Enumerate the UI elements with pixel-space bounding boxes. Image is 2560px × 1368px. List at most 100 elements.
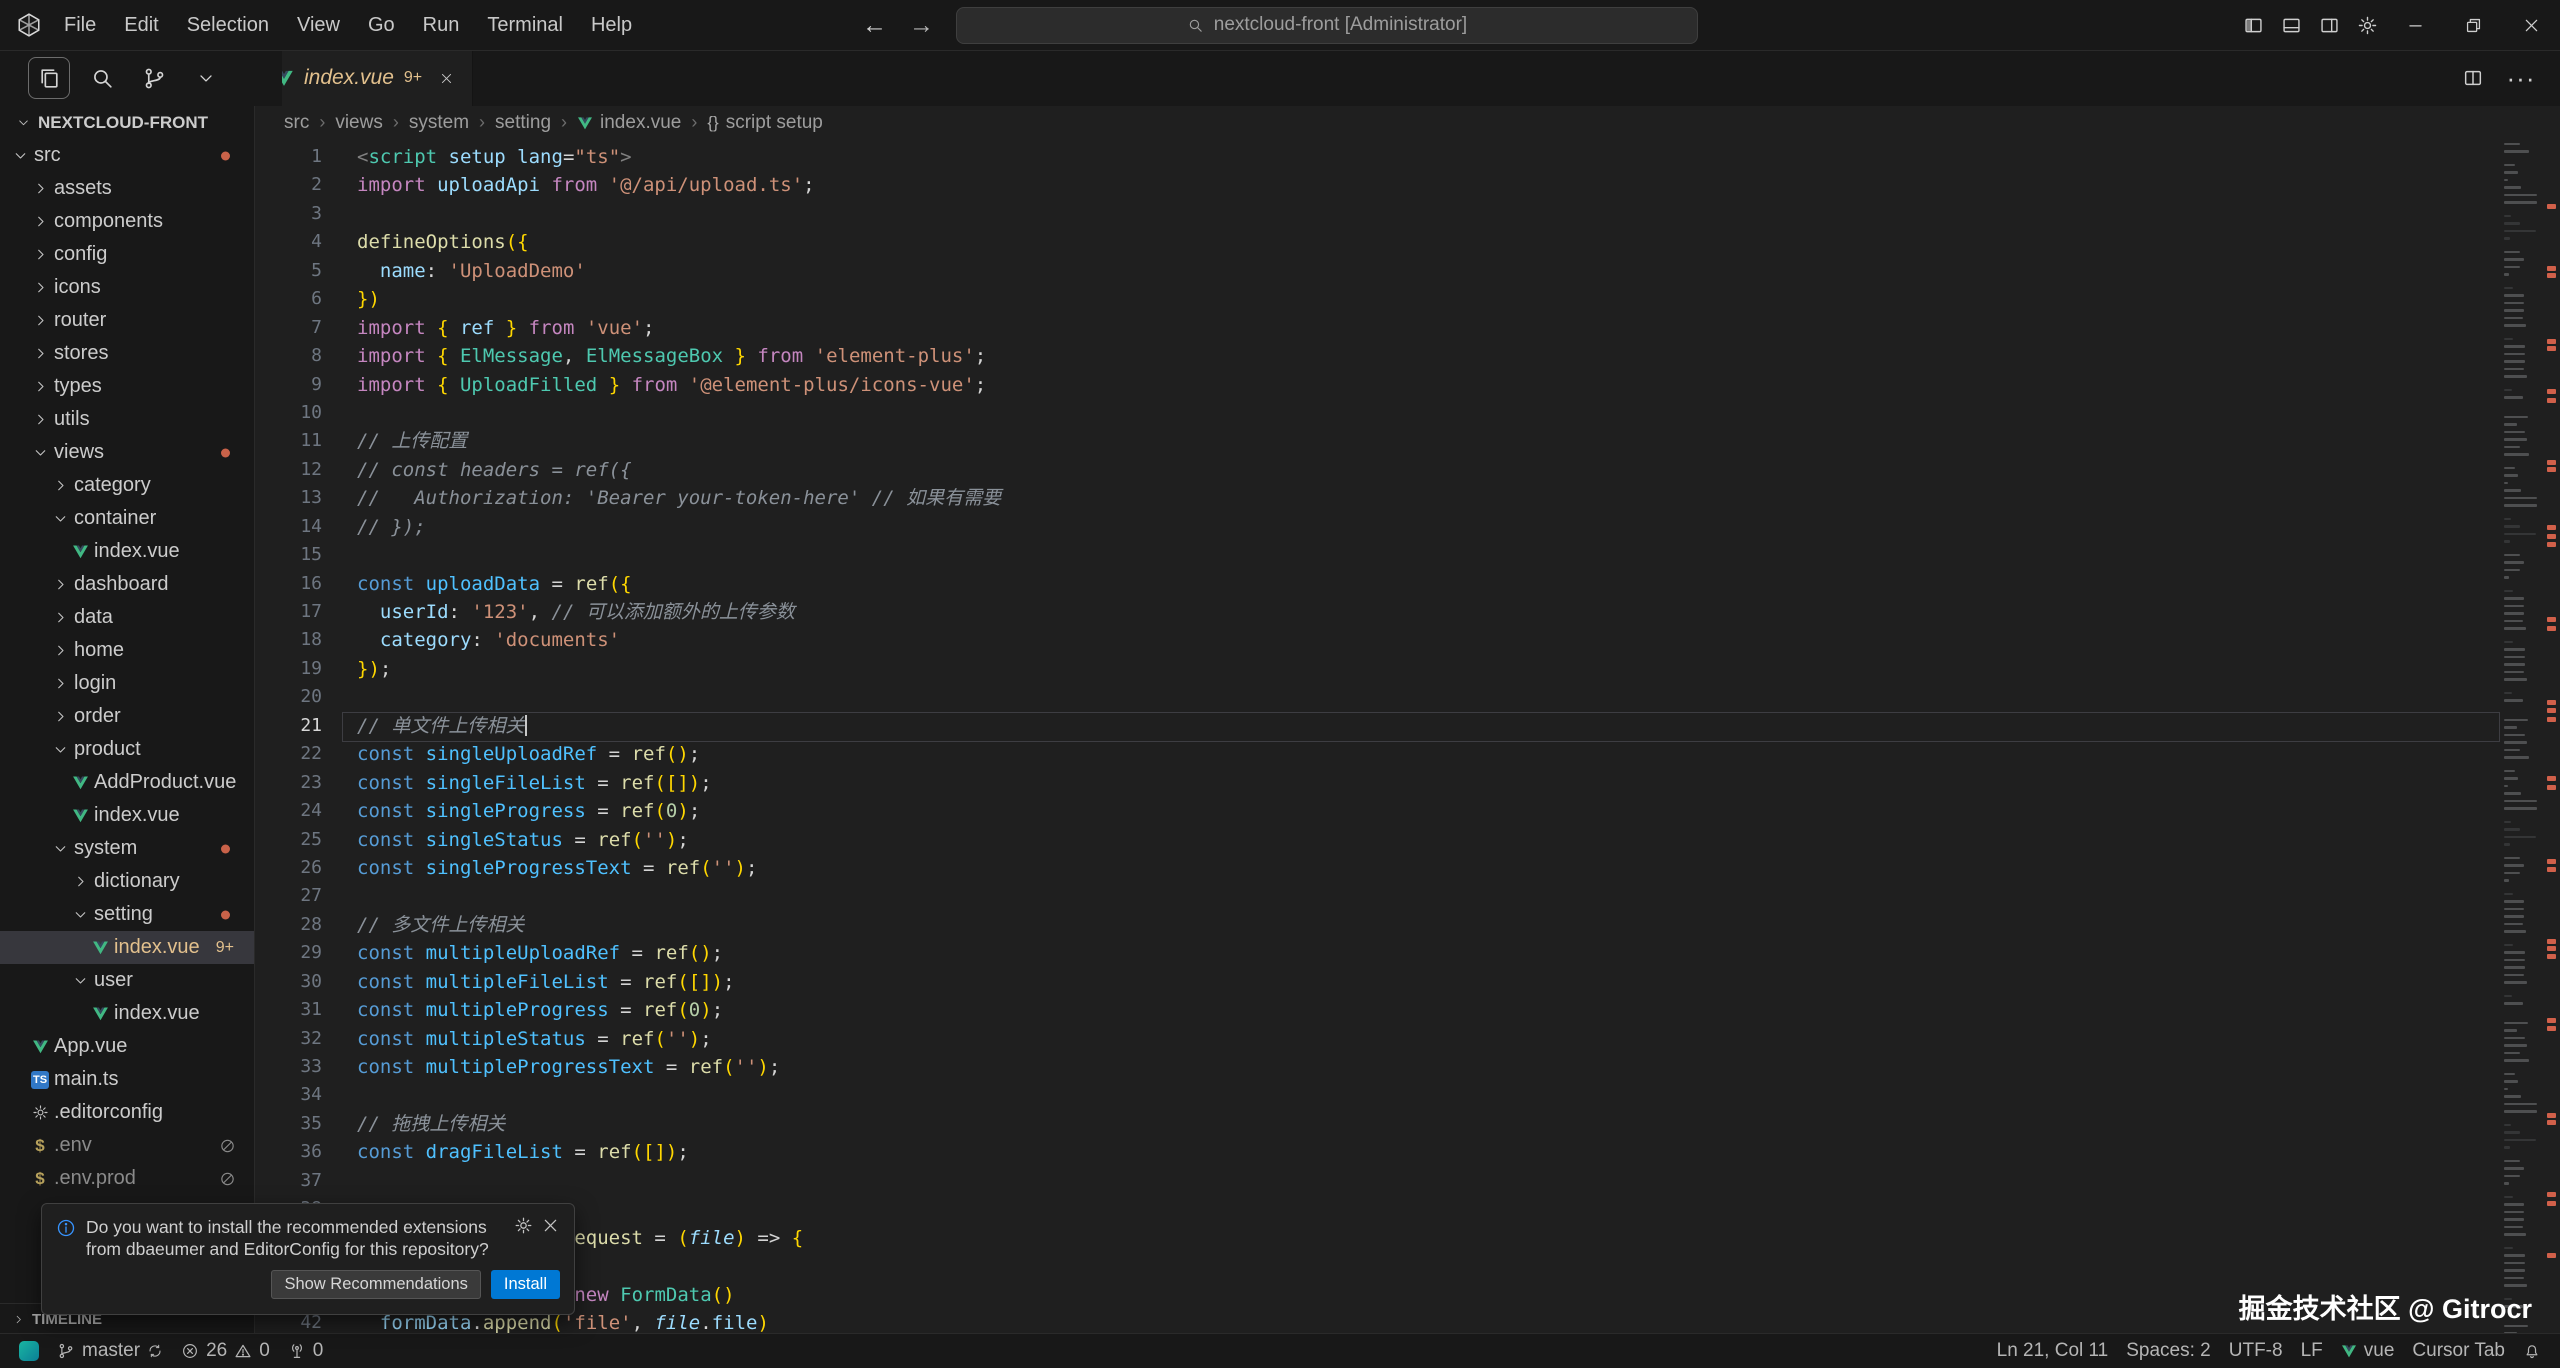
code-line-31[interactable]: const multipleProgress = ref(0); (357, 996, 2494, 1024)
remote-indicator[interactable] (10, 1334, 48, 1368)
activity-source-control-button[interactable] (134, 58, 174, 98)
tab-close-button[interactable] (432, 64, 460, 92)
code-line-27[interactable] (357, 882, 2494, 910)
code-line-17[interactable]: userId: '123', // 可以添加额外的上传参数 (357, 598, 2494, 626)
code-line-36[interactable]: const dragFileList = ref([]); (357, 1138, 2494, 1166)
line-number-37[interactable]: 37 (254, 1167, 336, 1195)
activity-search-button[interactable] (82, 58, 122, 98)
forward-button[interactable]: → (909, 11, 934, 40)
code-line-25[interactable]: const singleStatus = ref(''); (357, 826, 2494, 854)
code-line-33[interactable]: const multipleProgressText = ref(''); (357, 1053, 2494, 1081)
tree-file-index.vue[interactable]: index.vue (0, 799, 254, 832)
line-number-12[interactable]: 12 (254, 456, 336, 484)
tree-folder-icons[interactable]: icons (0, 271, 254, 304)
toggle-sidebar-button[interactable] (2235, 7, 2271, 43)
code-line-8[interactable]: import { ElMessage, ElMessageBox } from … (357, 342, 2494, 370)
line-number-25[interactable]: 25 (254, 826, 336, 854)
line-number-34[interactable]: 34 (254, 1081, 336, 1109)
line-number-32[interactable]: 32 (254, 1025, 336, 1053)
line-number-6[interactable]: 6 (254, 285, 336, 313)
line-number-22[interactable]: 22 (254, 740, 336, 768)
menu-item-terminal[interactable]: Terminal (473, 8, 577, 42)
line-number-36[interactable]: 36 (254, 1138, 336, 1166)
ports-status[interactable]: 0 (279, 1334, 333, 1368)
tree-file-addproduct.vue[interactable]: AddProduct.vue (0, 766, 254, 799)
line-number-15[interactable]: 15 (254, 541, 336, 569)
code-line-37[interactable] (357, 1167, 2494, 1195)
line-number-2[interactable]: 2 (254, 171, 336, 199)
line-number-9[interactable]: 9 (254, 371, 336, 399)
menu-item-selection[interactable]: Selection (173, 8, 283, 42)
line-number-30[interactable]: 30 (254, 968, 336, 996)
code-line-11[interactable]: // 上传配置 (357, 427, 2494, 455)
code-line-10[interactable] (357, 399, 2494, 427)
window-minimize-button[interactable] (2386, 0, 2444, 50)
code-line-14[interactable]: // }); (357, 513, 2494, 541)
code-line-18[interactable]: category: 'documents' (357, 626, 2494, 654)
code-line-1[interactable]: <script setup lang="ts"> (357, 143, 2494, 171)
language-status[interactable]: vue (2332, 1334, 2404, 1368)
line-number-5[interactable]: 5 (254, 257, 336, 285)
menu-item-run[interactable]: Run (409, 8, 474, 42)
tree-folder-order[interactable]: order (0, 700, 254, 733)
line-number-3[interactable]: 3 (254, 200, 336, 228)
tree-folder-container[interactable]: container (0, 502, 254, 535)
code-editor[interactable]: 1234567891011121314151617181920212223242… (254, 139, 2560, 1334)
line-number-35[interactable]: 35 (254, 1110, 336, 1138)
code-line-41[interactable]: const formData = new FormData() (357, 1281, 2494, 1309)
menu-item-go[interactable]: Go (354, 8, 409, 42)
code-line-32[interactable]: const multipleStatus = ref(''); (357, 1025, 2494, 1053)
line-number-26[interactable]: 26 (254, 854, 336, 882)
tree-folder-stores[interactable]: stores (0, 337, 254, 370)
tree-folder-dashboard[interactable]: dashboard (0, 568, 254, 601)
line-number-8[interactable]: 8 (254, 342, 336, 370)
tree-folder-data[interactable]: data (0, 601, 254, 634)
tree-folder-setting[interactable]: setting (0, 898, 254, 931)
line-number-29[interactable]: 29 (254, 939, 336, 967)
cursor-position-status[interactable]: Ln 21, Col 11 (1988, 1334, 2118, 1368)
tree-folder-types[interactable]: types (0, 370, 254, 403)
code-line-28[interactable]: // 多文件上传相关 (357, 911, 2494, 939)
line-number-20[interactable]: 20 (254, 683, 336, 711)
tree-file-index.vue[interactable]: index.vue (0, 997, 254, 1030)
notification-settings-button[interactable] (514, 1216, 533, 1235)
more-actions-button[interactable]: ··· (2506, 63, 2536, 93)
breadcrumb-item-script-setup[interactable]: {}script setup (707, 112, 823, 134)
tree-folder-config[interactable]: config (0, 238, 254, 271)
code-line-3[interactable] (357, 200, 2494, 228)
code-line-20[interactable] (357, 683, 2494, 711)
code-line-38[interactable] (357, 1195, 2494, 1223)
activity-explorer-button[interactable] (28, 57, 70, 99)
code-line-40[interactable]: console.log(file) (357, 1252, 2494, 1280)
code-line-2[interactable]: import uploadApi from '@/api/upload.ts'; (357, 171, 2494, 199)
tree-file-.env[interactable]: $.env (0, 1129, 254, 1162)
line-number-27[interactable]: 27 (254, 882, 336, 910)
code-line-23[interactable]: const singleFileList = ref([]); (357, 769, 2494, 797)
line-number-17[interactable]: 17 (254, 598, 336, 626)
breadcrumb-item-src[interactable]: src (284, 112, 309, 134)
line-number-23[interactable]: 23 (254, 769, 336, 797)
explorer-section-header[interactable]: NEXTCLOUD-FRONT (0, 106, 254, 139)
line-number-16[interactable]: 16 (254, 570, 336, 598)
tree-file-.editorconfig[interactable]: .editorconfig (0, 1096, 254, 1129)
code-line-34[interactable] (357, 1081, 2494, 1109)
tree-folder-home[interactable]: home (0, 634, 254, 667)
tree-folder-user[interactable]: user (0, 964, 254, 997)
line-number-10[interactable]: 10 (254, 399, 336, 427)
notifications-bell[interactable] (2514, 1334, 2550, 1368)
command-center-search[interactable]: nextcloud-front [Administrator] (956, 7, 1698, 44)
line-number-21[interactable]: 21 (254, 712, 336, 740)
line-number-13[interactable]: 13 (254, 484, 336, 512)
line-number-1[interactable]: 1 (254, 143, 336, 171)
code-line-26[interactable]: const singleProgressText = ref(''); (357, 854, 2494, 882)
code-line-9[interactable]: import { UploadFilled } from '@element-p… (357, 371, 2494, 399)
menu-item-help[interactable]: Help (577, 8, 646, 42)
line-number-28[interactable]: 28 (254, 911, 336, 939)
tree-folder-system[interactable]: system (0, 832, 254, 865)
tree-folder-login[interactable]: login (0, 667, 254, 700)
line-number-7[interactable]: 7 (254, 314, 336, 342)
code-line-42[interactable]: formData.append('file', file.file) (357, 1309, 2494, 1334)
line-number-14[interactable]: 14 (254, 513, 336, 541)
tree-file-.env.prod[interactable]: $.env.prod (0, 1162, 254, 1195)
code-line-15[interactable] (357, 541, 2494, 569)
